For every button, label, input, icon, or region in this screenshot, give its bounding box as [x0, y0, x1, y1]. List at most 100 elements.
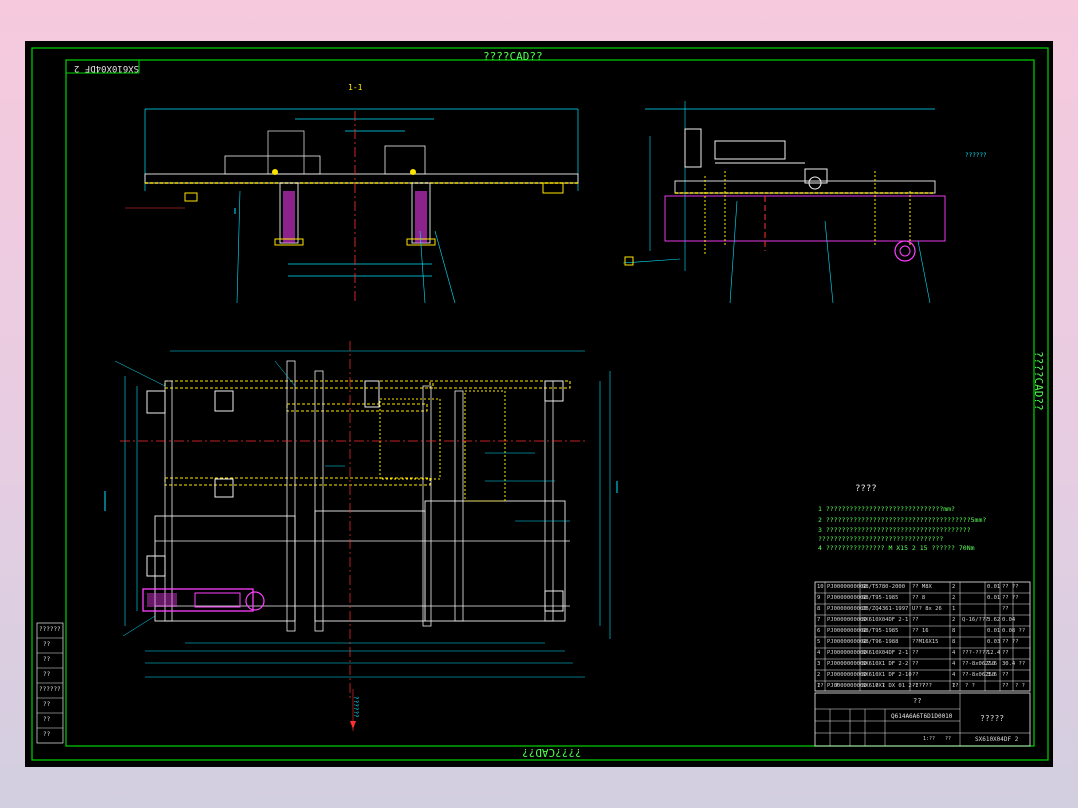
notes-title: ????: [855, 484, 877, 494]
rev-label-4: ??: [43, 671, 51, 678]
rev-label-8: ??: [43, 731, 51, 738]
bom-header-code: ?: [835, 683, 839, 689]
bom-cell-qty: 4: [952, 661, 956, 667]
bom-cell-name: ??: [912, 661, 919, 667]
bom-header-std: ? ?: [875, 683, 885, 689]
bom-cell-qty: 4: [952, 672, 956, 678]
bom-cell-name: ??: [912, 672, 919, 678]
bom-cell-std: SX610X1 DX 01 2-1: [862, 683, 919, 689]
rev-label-7: ??: [43, 716, 51, 723]
bom-cell-n: 6: [817, 628, 821, 634]
bom-cell-name: ?? M8X: [912, 584, 932, 590]
bom-cell-name: ??: [912, 650, 919, 656]
bom-cell-std: GB/T95-1985: [862, 595, 899, 601]
bom-cell-qty: 2: [952, 584, 956, 590]
bom-cell-qty: 2: [952, 617, 956, 623]
bom-cell-w: 0.03: [987, 639, 1001, 645]
bom-cell-code: PJ0000000000: [827, 672, 867, 678]
bom-cell-code: PJ0000000000: [827, 661, 867, 667]
rev-label-3: ??: [43, 656, 51, 663]
bottom-arrow-label: ??????: [352, 696, 359, 718]
bom-cell-qty: 8: [952, 628, 956, 634]
bom-cell-n: 3: [817, 661, 821, 667]
bom-cell-std: SX610X1 DF 2-2: [862, 661, 909, 667]
section-label: 1-1: [348, 83, 363, 92]
bom-cell-note: 0.04: [1002, 617, 1016, 623]
rev-label-6: ??: [43, 701, 51, 708]
bom-cell-note: ??: [1002, 606, 1009, 612]
note-line: ????????????????????????????????: [818, 535, 944, 543]
bom-cell-mat: Q-16/???: [962, 617, 989, 623]
cad-viewport[interactable]: ????CAD?? SX610X04DF 2 ????CAD?? ????CAD…: [25, 41, 1053, 767]
bom-cell-note: ??: [1002, 672, 1009, 678]
bom-cell-note: ??: [1002, 650, 1009, 656]
title-block-drawing-name: ?????: [980, 714, 1005, 723]
bom-cell-note: ?? ??: [1002, 584, 1019, 590]
bom-cell-name: ??M16X15: [912, 639, 939, 645]
right-side-text: ????CAD??: [1032, 351, 1045, 411]
bom-cell-n: 5: [817, 639, 821, 645]
bom-cell-qty: 1: [952, 606, 956, 612]
drawing-number-corner: SX610X04DF 2: [74, 63, 140, 73]
bom-cell-note: 30.4 ??: [1002, 661, 1026, 667]
bom-cell-mat: ???-????: [962, 650, 989, 656]
note-line: 4 ??????????????? M X15 2 15 ?????? 70Nm: [818, 544, 975, 552]
bom-cell-name: ??: [912, 617, 919, 623]
bom-cell-qty: 8: [952, 639, 956, 645]
note-line: 2 ?????????????????????????????????????5…: [818, 516, 987, 524]
bom-cell-std: GB/T95-1985: [862, 628, 899, 634]
bom-cell-std: SX610X04DF 2-1: [862, 617, 909, 623]
bom-cell-code: PJ0000000000: [827, 595, 867, 601]
bom-header-qty: ??: [952, 683, 959, 689]
top-right-side-view: [622, 101, 946, 304]
title-block-drawing-no: SX610X04DF 2: [975, 736, 1019, 743]
rev-label-1: ??????: [39, 626, 61, 633]
bom-header-no: ??: [817, 683, 824, 689]
bom-cell-qty: 4: [952, 650, 956, 656]
bom-cell-n: 4: [817, 650, 821, 656]
bom-cell-name: ?? 16: [912, 628, 929, 634]
bom-cell-n: 8: [817, 606, 821, 612]
right-arrow-label: ??????: [965, 152, 987, 159]
left-revision-strip: [36, 622, 64, 744]
bom-cell-note: ?? ??: [1002, 639, 1019, 645]
footer-text: ????CAD??: [522, 746, 582, 759]
bom-cell-n: 10: [817, 584, 824, 590]
bom-cell-n: 2: [817, 672, 821, 678]
bom-cell-code: PJ0000000000: [827, 617, 867, 623]
title-block-title: ??: [913, 697, 922, 705]
bom-cell-w: 12.4: [987, 650, 1001, 656]
bom-cell-std: JB/ZQ4361-1997: [862, 606, 909, 612]
cad-drawing-canvas[interactable]: [25, 41, 1053, 767]
header-text: ????CAD??: [483, 50, 543, 63]
bom-cell-code: PJ0000000000: [827, 584, 867, 590]
bom-cell-n: 9: [817, 595, 821, 601]
rev-label-5: ??????: [39, 686, 61, 693]
bom-cell-w: 3.62: [987, 617, 1001, 623]
bom-header-name: ? ?: [922, 683, 932, 689]
bom-cell-w: 0.01: [987, 595, 1001, 601]
bom-cell-note: ??: [1002, 683, 1009, 689]
top-left-section-view: [125, 108, 579, 304]
bom-cell-std: GB/T5780-2000: [862, 584, 906, 590]
bom-cell-std: SX610X1 DF 2-10: [862, 672, 912, 678]
note-line: 3 ?????????????????????????????????????: [818, 526, 971, 534]
bom-cell-code: PJ0000000000: [827, 628, 867, 634]
bom-cell-note: ?? ??: [1002, 595, 1019, 601]
bom-cell-note: 0.08 ??: [1002, 628, 1026, 634]
bom-cell-code: PJ0000000000: [827, 683, 867, 689]
bom-cell-n: 7: [817, 617, 821, 623]
bom-cell-qty: 2: [952, 595, 956, 601]
bom-cell-w: 3.6: [987, 672, 997, 678]
title-block-part-code: Q614A6A6T6D1D0010: [891, 713, 953, 720]
bom-cell-std: SX610X04DF 2-1: [862, 650, 909, 656]
rev-label-2: ??: [43, 641, 51, 648]
bom-cell-code: PJ0000000000: [827, 606, 867, 612]
bom-cell-w: 7.6: [987, 661, 997, 667]
title-block-sheet: ??: [945, 736, 952, 742]
bom-cell-code: PJ0000000000: [827, 639, 867, 645]
bom-cell-name: U?? 8x 26: [912, 606, 942, 612]
bottom-plan-view: [104, 341, 618, 731]
note-line: 1 ??????????????????????????????mm?: [818, 505, 955, 513]
bom-header-note: ? ?: [1015, 683, 1025, 689]
